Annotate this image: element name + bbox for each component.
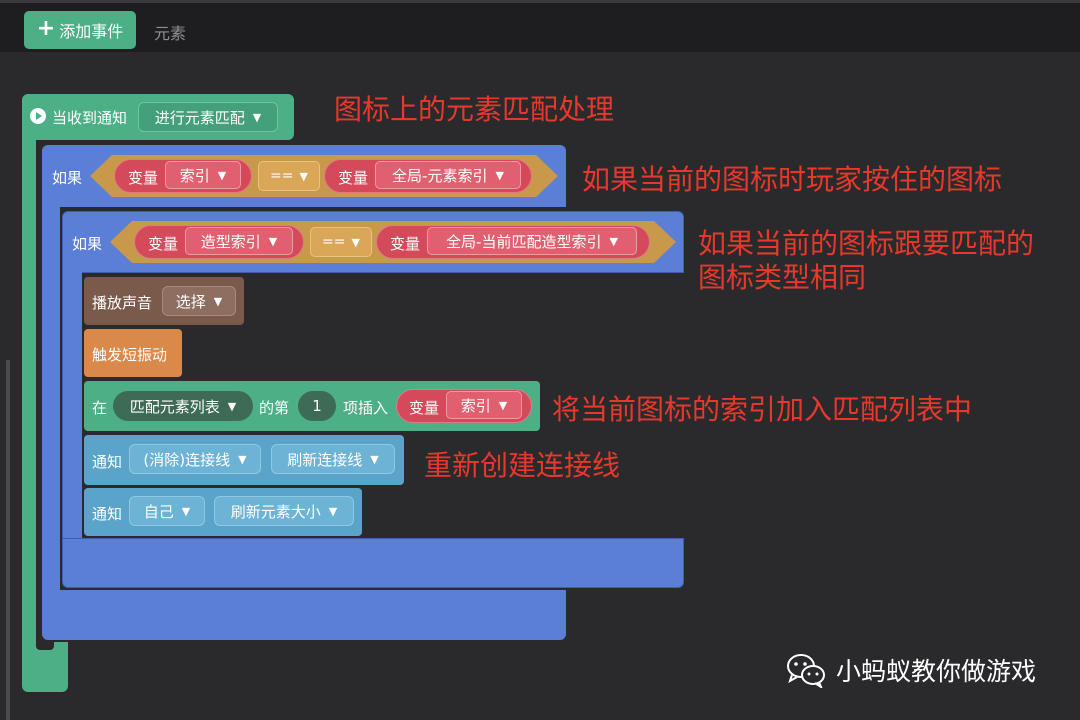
if-block-outer-foot [42,590,566,640]
plus-icon: + [36,16,56,41]
insert-suffix: 项插入 [343,399,389,417]
var-label-a: 变量 [128,169,159,187]
insert-prefix: 在 [92,399,108,417]
vibrate-label: 触发短振动 [92,346,168,364]
notify1-target-value: (消除)连接线 [143,450,231,469]
play-sound-label: 播放声音 [92,294,153,312]
insert-var-value: 索引 [460,396,491,415]
triangle-down-icon: ▼ [328,504,338,518]
operator-outer-dropdown[interactable]: == ▼ [258,161,320,191]
annotation-element-match: 图标上的元素匹配处理 [334,93,615,126]
var-label-b: 变量 [390,235,421,253]
triangle-down-icon: ▼ [227,399,237,413]
operator-outer-value: == [270,168,294,184]
tab-elements[interactable]: 元素 [154,20,186,44]
annotation-recreate-lines: 重新创建连接线 [424,449,621,482]
event-label: 当收到通知 [52,109,128,127]
triangle-down-icon: ▼ [495,168,504,182]
sound-select-value: 选择 [175,292,206,311]
notify2-label: 通知 [92,505,123,523]
triangle-down-icon: ▼ [213,294,223,308]
watermark-text: 小蚂蚁教你做游戏 [836,657,1037,686]
triangle-down-icon: ▼ [498,398,508,412]
annotation-held-icon: 如果当前的图标时玩家按住的图标 [582,163,1003,196]
list-select-value: 匹配元素列表 [129,397,220,416]
add-event-button[interactable]: + 添加事件 [24,11,136,49]
triangle-down-icon: ▼ [252,110,262,124]
event-block-spine [22,138,36,644]
top-toolbar: + 添加事件 元素 [0,0,1080,52]
operator-inner-dropdown[interactable]: == ▼ [310,227,372,257]
notify2-target-value: 自己 [143,502,174,521]
var-index-value: 索引 [179,166,210,185]
insert-index-value: 1 [312,397,322,415]
notify1-message-value: 刷新连接线 [287,450,363,469]
var-index-dropdown[interactable]: 索引 ▼ [165,161,241,189]
event-message-value: 进行元素匹配 [154,108,245,127]
triangle-down-icon: ▼ [370,452,379,466]
if-block-outer-spine [42,205,60,605]
triangle-down-icon: ▼ [217,168,227,182]
notify2-message-dropdown[interactable]: 刷新元素大小 ▼ [214,496,354,526]
var-global-index-dropdown[interactable]: 全局-元素索引 ▼ [375,161,521,189]
var-shape-index-value: 造型索引 [200,232,261,251]
var-global-shape-index-value: 全局-当前匹配造型索引 [446,232,602,251]
wechat-icon [787,654,825,688]
triangle-down-icon: ▼ [268,234,278,248]
insert-index-input[interactable]: 1 [298,391,336,421]
insert-var-label: 变量 [409,399,440,417]
notify2-message-value: 刷新元素大小 [230,502,321,521]
list-select-dropdown[interactable]: 匹配元素列表 ▼ [113,391,253,421]
play-circle-icon [30,108,46,124]
event-message-dropdown[interactable]: 进行元素匹配 ▼ [138,102,278,132]
if-outer-label: 如果 [52,169,83,187]
if-block-inner-spine [62,271,82,543]
if-block-inner-foot [62,538,684,588]
insert-mid: 的第 [259,399,290,417]
var-global-shape-index-dropdown[interactable]: 全局-当前匹配造型索引 ▼ [427,227,637,255]
operator-inner-value: == [322,234,346,250]
annotation-same-type-2: 图标类型相同 [698,261,867,294]
triangle-down-icon: ▼ [238,452,247,466]
notify1-message-dropdown[interactable]: 刷新连接线 ▼ [271,444,395,474]
notify1-label: 通知 [92,453,123,471]
notify1-target-dropdown[interactable]: (消除)连接线 ▼ [129,444,261,474]
insert-var-dropdown[interactable]: 索引 ▼ [446,391,522,419]
sound-select-dropdown[interactable]: 选择 ▼ [162,286,236,316]
var-shape-index-dropdown[interactable]: 造型索引 ▼ [185,227,293,255]
triangle-down-icon: ▼ [351,235,360,249]
add-event-label: 添加事件 [59,22,124,41]
var-label-b: 变量 [338,169,369,187]
triangle-down-icon: ▼ [181,504,191,518]
watermark: 小蚂蚁教你做游戏 [786,652,1036,688]
notify2-target-dropdown[interactable]: 自己 ▼ [129,496,205,526]
if-inner-label: 如果 [72,235,103,253]
var-global-index-value: 全局-元素索引 [392,166,488,185]
annotation-add-to-list: 将当前图标的索引加入匹配列表中 [552,393,973,426]
triangle-down-icon: ▼ [609,234,618,248]
event-foot-notch [36,642,54,650]
triangle-down-icon: ▼ [299,169,308,183]
scrollbar[interactable] [6,360,10,720]
var-label-a: 变量 [148,235,179,253]
